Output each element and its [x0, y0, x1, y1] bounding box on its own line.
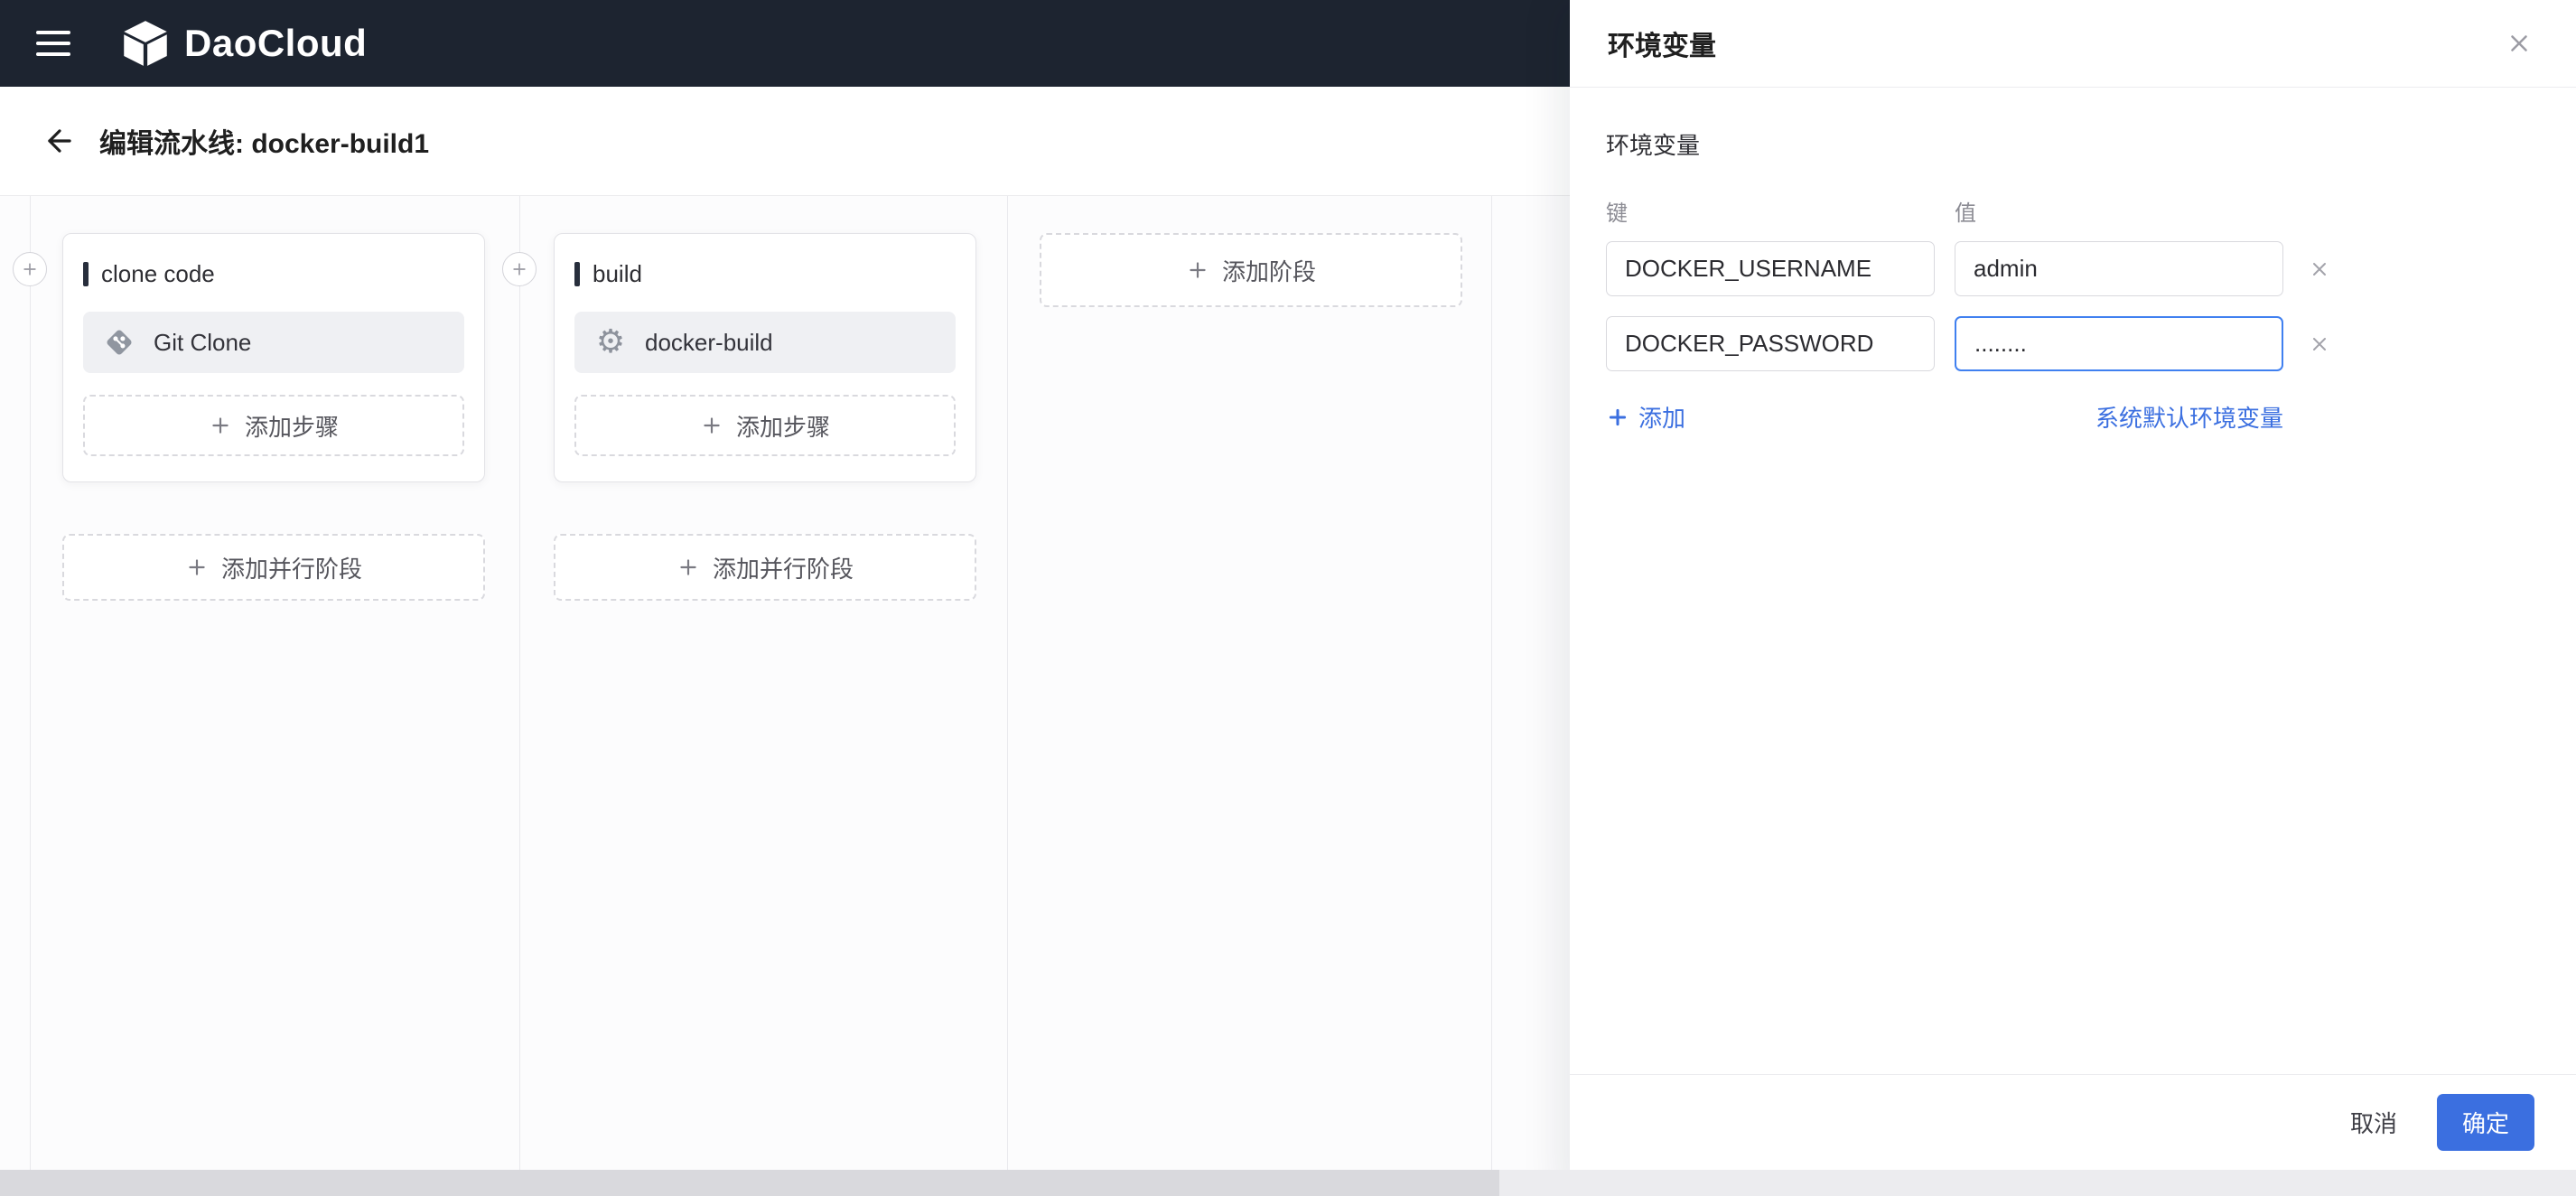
- add-step-label: 添加步骤: [244, 413, 339, 441]
- drawer-footer: 取消 确定: [1570, 1074, 2576, 1170]
- plus-icon: [704, 417, 720, 434]
- plus-icon: [1190, 262, 1206, 278]
- gear-icon: ⚙: [595, 323, 626, 360]
- stage-name: clone code: [101, 259, 215, 287]
- column-divider: [519, 196, 520, 1196]
- close-icon[interactable]: [2500, 24, 2538, 62]
- value-column-label: 值: [1955, 201, 1976, 226]
- add-parallel-label: 添加并行阶段: [220, 555, 362, 583]
- add-step-label: 添加步骤: [735, 413, 830, 441]
- stage-header: build: [574, 257, 956, 290]
- insert-stage-button[interactable]: [502, 252, 537, 286]
- back-icon[interactable]: [38, 119, 81, 163]
- brand-name: DaoCloud: [184, 22, 368, 64]
- remove-row-icon[interactable]: [2305, 330, 2334, 359]
- env-key-input[interactable]: [1606, 241, 1935, 296]
- add-step-button[interactable]: 添加步骤: [574, 395, 956, 456]
- scrollbar-thumb[interactable]: [0, 1170, 1499, 1196]
- stage-accent-bar: [574, 261, 580, 286]
- system-default-env-link[interactable]: 系统默认环境变量: [2095, 400, 2283, 434]
- env-value-input[interactable]: [1955, 241, 2283, 296]
- env-links-row: 添加 系统默认环境变量: [1606, 400, 2283, 434]
- stage-header: clone code: [83, 257, 464, 290]
- kv-column-labels: 键 值: [1606, 195, 2540, 227]
- column-divider: [1007, 196, 1008, 1196]
- drawer-body: 环境变量 键 值 添加 系统默认环境变量: [1570, 88, 2576, 434]
- drawer-title: 环境变量: [1608, 32, 1716, 61]
- stage-accent-bar: [83, 261, 89, 286]
- page-title: 编辑流水线: docker-build1: [99, 129, 430, 159]
- menu-icon[interactable]: [36, 31, 70, 56]
- cancel-button[interactable]: 取消: [2350, 1106, 2397, 1139]
- env-key-input[interactable]: [1606, 316, 1935, 371]
- plus-icon: [212, 417, 229, 434]
- confirm-button[interactable]: 确定: [2436, 1094, 2534, 1151]
- step-git-clone[interactable]: Git Clone: [83, 312, 464, 373]
- plus-icon: [189, 559, 205, 575]
- git-icon: [101, 324, 137, 360]
- add-parallel-label: 添加并行阶段: [712, 555, 854, 583]
- step-label: Git Clone: [154, 328, 252, 356]
- plus-icon: [1609, 408, 1627, 425]
- horizontal-scrollbar[interactable]: [0, 1170, 2576, 1196]
- env-var-drawer: 环境变量 环境变量 键 值 添加: [1570, 0, 2576, 1196]
- env-value-input[interactable]: [1955, 316, 2283, 371]
- add-step-button[interactable]: 添加步骤: [83, 395, 464, 456]
- column-divider: [1491, 196, 1492, 1196]
- plus-icon: [680, 559, 696, 575]
- daocloud-logo-icon: [124, 21, 167, 66]
- add-env-var-link[interactable]: 添加: [1606, 400, 1685, 434]
- add-stage-label: 添加阶段: [1221, 257, 1316, 285]
- key-column-label: 键: [1606, 201, 1628, 226]
- stage-card-build: build ⚙ docker-build 添加步骤: [554, 233, 976, 482]
- stage-name: build: [593, 259, 642, 287]
- add-env-var-label: 添加: [1638, 405, 1686, 432]
- env-var-row: [1606, 241, 2540, 296]
- add-stage-button[interactable]: 添加阶段: [1040, 233, 1462, 307]
- env-section-label: 环境变量: [1606, 132, 1701, 159]
- insert-stage-button[interactable]: [13, 252, 47, 286]
- remove-row-icon[interactable]: [2305, 255, 2334, 284]
- brand-logo[interactable]: DaoCloud: [121, 19, 367, 68]
- step-docker-build[interactable]: ⚙ docker-build: [574, 312, 956, 373]
- add-parallel-stage-button[interactable]: 添加并行阶段: [62, 534, 485, 601]
- drawer-header: 环境变量: [1570, 0, 2576, 88]
- column-divider: [30, 196, 31, 1196]
- step-label: docker-build: [645, 328, 773, 356]
- add-parallel-stage-button[interactable]: 添加并行阶段: [554, 534, 976, 601]
- env-var-row: [1606, 316, 2540, 371]
- stage-card-clone-code: clone code Git Clone 添加步骤: [62, 233, 485, 482]
